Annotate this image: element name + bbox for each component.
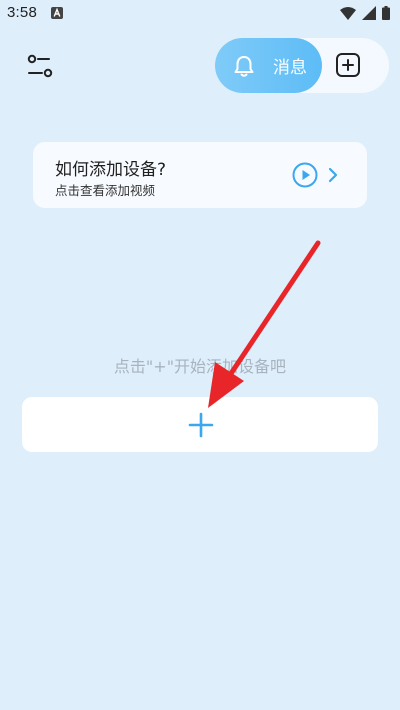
messages-button[interactable]: 消息 [215, 38, 322, 93]
status-bar: 3:58 [0, 0, 400, 28]
chevron-right-icon[interactable] [327, 167, 339, 183]
empty-state-hint: 点击"+"开始添加设备吧 [113, 357, 287, 376]
play-circle-icon[interactable] [292, 162, 318, 188]
how-to-add-device-card[interactable]: 如何添加设备? 点击查看添加视频 [33, 142, 367, 208]
wifi-icon [340, 7, 356, 20]
status-icons [340, 6, 390, 20]
add-device-button[interactable] [22, 397, 378, 452]
messages-label: 消息 [273, 58, 307, 78]
sliders-icon[interactable] [22, 48, 58, 84]
help-card-subtitle: 点击查看添加视频 [55, 183, 156, 198]
battery-icon [382, 6, 390, 20]
signal-icon [362, 6, 376, 20]
status-time: 3:58 [7, 4, 37, 21]
header-actions: 消息 [215, 38, 389, 93]
help-card-title: 如何添加设备? [55, 160, 167, 180]
plus-square-icon[interactable] [335, 52, 361, 78]
plus-icon [188, 412, 214, 438]
bell-icon [234, 55, 254, 77]
notification-a-icon [51, 7, 63, 19]
